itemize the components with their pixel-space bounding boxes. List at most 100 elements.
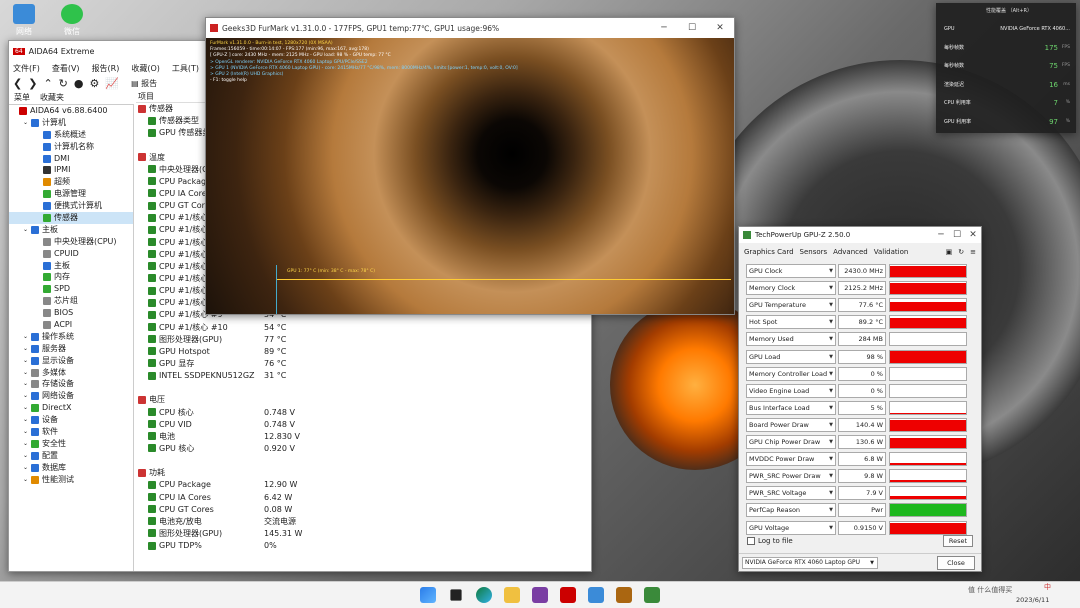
sensor-row[interactable] — [136, 382, 591, 394]
sensor-row[interactable]: CPU VID 0.748 V — [136, 419, 591, 431]
tree-item[interactable]: 计算机名称 — [9, 141, 133, 153]
sensor-name-dropdown[interactable]: GPU Clock — [746, 264, 836, 278]
refresh-icon[interactable]: ↻ — [59, 77, 68, 90]
tree-item[interactable]: CPUID — [9, 248, 133, 260]
minimize-button[interactable]: ─ — [650, 23, 678, 33]
tree-item[interactable]: ⌄ 设备 — [9, 414, 133, 426]
tree-item[interactable]: BIOS — [9, 307, 133, 319]
maximize-button[interactable]: ☐ — [949, 230, 965, 240]
desktop-icon-network[interactable]: 网络 — [4, 4, 44, 37]
start-icon[interactable] — [420, 587, 436, 603]
sensor-name-dropdown[interactable]: GPU Voltage — [746, 520, 836, 535]
sensor-row[interactable]: GPU TDP% 0% — [136, 540, 591, 552]
sensor-row[interactable]: GPU Hotspot 89 °C — [136, 346, 591, 358]
expand-icon[interactable]: ⌄ — [23, 402, 31, 414]
sensor-name-dropdown[interactable]: MVDDC Power Draw — [746, 452, 836, 467]
sensor-row[interactable]: 图形处理器(GPU) 145.31 W — [136, 528, 591, 540]
tree-item[interactable]: 便携式计算机 — [9, 200, 133, 212]
refresh-icon[interactable]: ↻ — [958, 248, 964, 256]
tree-item[interactable]: ⌄ 主板 — [9, 224, 133, 236]
expand-icon[interactable]: ⌄ — [23, 414, 31, 426]
expand-icon[interactable]: ⌄ — [23, 378, 31, 390]
task-view-icon[interactable] — [450, 589, 462, 601]
sensor-row[interactable]: CPU 核心 0.748 V — [136, 407, 591, 419]
tree-item[interactable]: ⌄ 性能测试 — [9, 474, 133, 486]
close-button[interactable]: ✕ — [965, 230, 981, 240]
sensor-name-dropdown[interactable]: Bus Interface Load — [746, 400, 836, 415]
tree-item[interactable]: ⌄ DirectX — [9, 402, 133, 414]
aida64-taskbar-icon[interactable] — [560, 587, 576, 603]
gpuz-titlebar[interactable]: TechPowerUp GPU-Z 2.50.0 ─ ☐ ✕ — [739, 227, 981, 243]
tab-favorites[interactable]: 收藏夹 — [35, 91, 69, 104]
expand-icon[interactable]: ⌄ — [23, 438, 31, 450]
sensor-name-dropdown[interactable]: Board Power Draw — [746, 417, 836, 432]
furmark-titlebar[interactable]: Geeks3D FurMark v1.31.0.0 - 177FPS, GPU1… — [206, 18, 734, 38]
menu-item[interactable]: 文件(F) — [13, 63, 40, 74]
tab-validation[interactable]: Validation — [874, 248, 909, 256]
checkbox-box[interactable] — [747, 537, 755, 545]
section-header[interactable]: 功耗 — [136, 467, 591, 479]
tree-item[interactable]: 系统概述 — [9, 129, 133, 141]
tab-sensors[interactable]: Sensors — [800, 248, 828, 256]
sensor-name-dropdown[interactable]: Memory Controller Load — [746, 366, 836, 381]
expand-icon[interactable]: ⌄ — [23, 462, 31, 474]
gpu-select[interactable]: NVIDIA GeForce RTX 4060 Laptop GPU ▼ — [742, 557, 878, 569]
sensor-row[interactable] — [136, 455, 591, 467]
gpuz-window[interactable]: TechPowerUp GPU-Z 2.50.0 ─ ☐ ✕ Graphics … — [738, 226, 982, 572]
tree-item[interactable]: 电源管理 — [9, 188, 133, 200]
expand-icon[interactable]: ⌄ — [23, 474, 31, 486]
section-header[interactable]: 电压 — [136, 394, 591, 406]
sensor-name-dropdown[interactable]: GPU Chip Power Draw — [746, 435, 836, 449]
tree-item[interactable]: 中央处理器(CPU) — [9, 236, 133, 248]
expand-icon[interactable]: ⌄ — [23, 355, 31, 367]
tree-item[interactable]: ⌄ 服务器 — [9, 343, 133, 355]
tab-menu[interactable]: 菜单 — [9, 91, 35, 104]
furmark-taskbar-icon[interactable] — [616, 587, 632, 603]
sensor-name-dropdown[interactable]: Hot Spot — [746, 315, 836, 330]
report-icon[interactable]: ▤ 报告 — [131, 78, 157, 89]
sensor-row[interactable]: CPU GT Cores 0.08 W — [136, 504, 591, 516]
tree-item[interactable]: ⌄ 计算机 — [9, 117, 133, 129]
gpuz-taskbar-icon[interactable] — [644, 587, 660, 603]
sensor-name-dropdown[interactable]: PWR_SRC Voltage — [746, 486, 836, 501]
sensor-row[interactable]: CPU Package 12.90 W — [136, 479, 591, 491]
tree-item[interactable]: 超频 — [9, 176, 133, 188]
sensor-name-dropdown[interactable]: PerfCap Reason — [746, 503, 836, 518]
expand-icon[interactable]: ⌄ — [23, 343, 31, 355]
chart-icon[interactable]: 📈 — [105, 77, 119, 90]
tree-item[interactable]: 芯片组 — [9, 295, 133, 307]
sensor-row[interactable]: CPU IA Cores 6.42 W — [136, 492, 591, 504]
tree-item[interactable]: AIDA64 v6.88.6400 — [9, 105, 133, 117]
sensor-name-dropdown[interactable]: GPU Temperature — [746, 298, 836, 313]
sensor-row[interactable]: GPU 显存 76 °C — [136, 358, 591, 370]
tree-item[interactable]: 内存 — [9, 271, 133, 283]
sensor-name-dropdown[interactable]: GPU Load — [746, 349, 836, 364]
sensor-name-dropdown[interactable]: PWR_SRC Power Draw — [746, 469, 836, 484]
sensor-name-dropdown[interactable]: Memory Clock — [746, 281, 836, 296]
clock-date[interactable]: 2023/6/11 — [1016, 596, 1049, 604]
user-icon[interactable]: ● — [74, 77, 84, 90]
tab-advanced[interactable]: Advanced — [833, 248, 868, 256]
desktop-icon-wechat[interactable]: 微信 — [52, 4, 92, 37]
onenote-icon[interactable] — [532, 587, 548, 603]
close-window-button[interactable]: Close — [937, 556, 975, 570]
reset-button[interactable]: Reset — [943, 535, 973, 547]
report-button[interactable]: 报告 — [141, 79, 157, 88]
tree-item[interactable]: ⌄ 软件 — [9, 426, 133, 438]
tree-item[interactable]: ⌄ 安全性 — [9, 438, 133, 450]
snipping-icon[interactable] — [588, 587, 604, 603]
edge-icon[interactable] — [476, 587, 492, 603]
maximize-button[interactable]: ☐ — [678, 23, 706, 33]
menu-item[interactable]: 工具(T) — [172, 63, 199, 74]
expand-icon[interactable]: ⌄ — [23, 426, 31, 438]
expand-icon[interactable]: ⌄ — [23, 450, 31, 462]
forward-icon[interactable]: ❯ — [28, 77, 37, 90]
sensor-row[interactable]: 图形处理器(GPU) 77 °C — [136, 334, 591, 346]
sensor-row[interactable]: 电池充/放电 交流电源 — [136, 516, 591, 528]
tree-item[interactable]: ACPI — [9, 319, 133, 331]
tree-item[interactable]: DMI — [9, 153, 133, 165]
tree-item[interactable]: ⌄ 配置 — [9, 450, 133, 462]
sensor-row[interactable]: 电池 12.830 V — [136, 431, 591, 443]
ime-indicator[interactable]: 中 — [1044, 582, 1051, 592]
expand-icon[interactable]: ⌄ — [23, 117, 31, 129]
